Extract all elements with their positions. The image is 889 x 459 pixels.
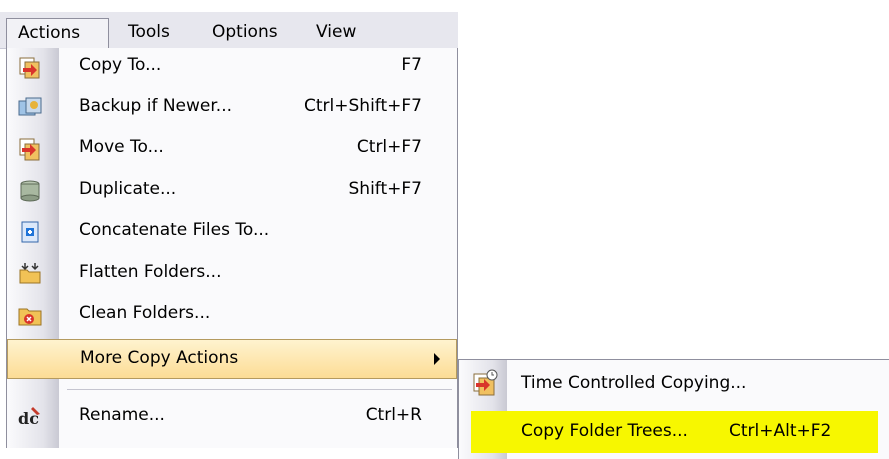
menu-options[interactable]: Options xyxy=(212,18,278,48)
menu-item-duplicate[interactable]: Duplicate... Shift+F7 xyxy=(7,172,457,210)
menu-actions[interactable]: Actions xyxy=(6,18,109,48)
menu-item-shortcut: Ctrl+R xyxy=(365,405,422,425)
menu-item-label: Copy To... xyxy=(79,55,162,75)
menu-item-shortcut: F7 xyxy=(401,55,422,75)
menu-item-more-copy-actions[interactable]: More Copy Actions xyxy=(7,339,457,379)
menu-item-label: Concatenate Files To... xyxy=(79,220,270,240)
menu-item-label: Backup if Newer... xyxy=(79,96,233,116)
submenu-item-time-controlled-copying[interactable]: Time Controlled Copying... xyxy=(459,363,889,405)
menu-item-label: Rename... xyxy=(79,405,165,425)
menu-item-flatten-folders[interactable]: Flatten Folders... xyxy=(7,255,457,293)
menu-item-label: More Copy Actions xyxy=(80,348,239,368)
concatenate-icon xyxy=(17,219,43,245)
menu-item-move-to[interactable]: Move To... Ctrl+F7 xyxy=(7,130,457,168)
clean-folders-icon xyxy=(17,302,43,328)
copy-to-icon xyxy=(17,54,43,80)
backup-icon xyxy=(17,95,43,121)
submenu-arrow-icon xyxy=(434,353,440,365)
menu-tools[interactable]: Tools xyxy=(128,18,170,48)
menu-item-rename[interactable]: dc Rename... Ctrl+R xyxy=(7,398,457,436)
menu-actions-label: Actions xyxy=(18,23,81,43)
flatten-folders-icon xyxy=(17,261,43,287)
menu-item-label: Clean Folders... xyxy=(79,303,211,323)
actions-dropdown: Copy To... F7 Backup if Newer... Ctrl+Sh… xyxy=(6,48,458,448)
duplicate-icon xyxy=(17,178,43,204)
menu-bar: Actions Tools Options View xyxy=(0,12,458,49)
menu-item-label: Flatten Folders... xyxy=(79,262,222,282)
move-to-icon xyxy=(17,136,43,162)
menu-item-shortcut: Shift+F7 xyxy=(348,179,422,199)
submenu-item-label: Time Controlled Copying... xyxy=(521,373,747,393)
submenu-item-shortcut: Ctrl+Alt+F2 xyxy=(729,421,832,441)
menu-item-shortcut: Ctrl+Shift+F7 xyxy=(304,96,422,116)
menu-item-clean-folders[interactable]: Clean Folders... xyxy=(7,296,457,334)
menu-item-concatenate[interactable]: Concatenate Files To... xyxy=(7,213,457,251)
menu-item-shortcut: Ctrl+F7 xyxy=(356,137,422,157)
submenu-item-label: Copy Folder Trees... xyxy=(521,421,688,441)
menu-view[interactable]: View xyxy=(316,18,356,48)
menu-item-backup-if-newer[interactable]: Backup if Newer... Ctrl+Shift+F7 xyxy=(7,89,457,127)
menu-item-copy-to[interactable]: Copy To... F7 xyxy=(7,48,457,86)
menu-item-label: Duplicate... xyxy=(79,179,177,199)
more-copy-actions-submenu: Time Controlled Copying... Copy Folder T… xyxy=(458,359,889,459)
menu-tools-label: Tools xyxy=(128,22,170,42)
menu-separator xyxy=(67,389,452,390)
submenu-item-copy-folder-trees[interactable]: Copy Folder Trees... Ctrl+Alt+F2 xyxy=(471,411,878,453)
menu-item-label: Move To... xyxy=(79,137,164,157)
menu-view-label: View xyxy=(316,22,357,42)
menu-options-label: Options xyxy=(212,22,278,42)
rename-icon: dc xyxy=(17,404,43,430)
time-controlled-copy-icon xyxy=(471,369,499,397)
